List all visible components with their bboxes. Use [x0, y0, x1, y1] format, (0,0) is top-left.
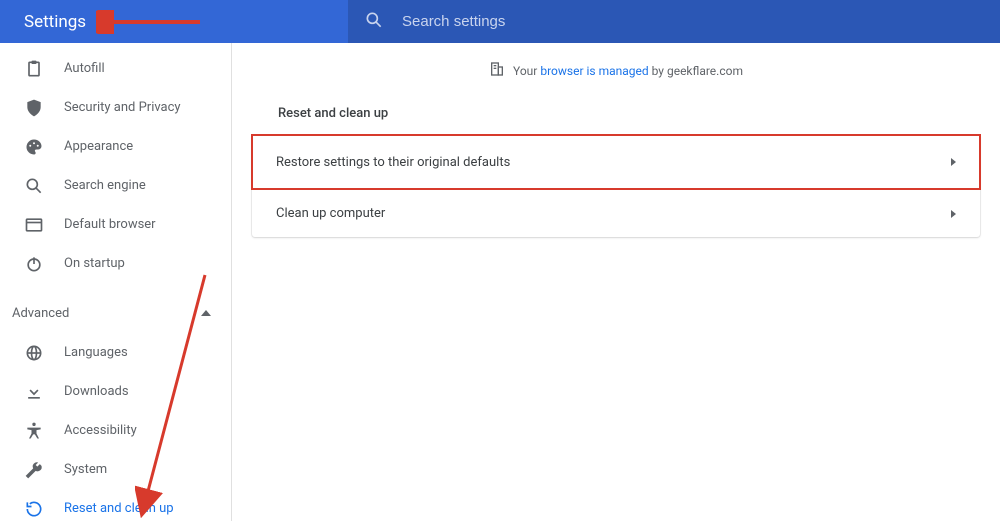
- managed-banner: Your browser is managed by geekflare.com: [252, 61, 980, 80]
- browser-icon: [24, 215, 44, 235]
- main-panel: Your browser is managed by geekflare.com…: [232, 43, 1000, 521]
- managed-prefix: Your: [513, 64, 540, 78]
- sidebar-advanced-toggle[interactable]: Advanced: [0, 293, 231, 333]
- search-icon: [364, 10, 384, 34]
- row-label: Restore settings to their original defau…: [276, 155, 510, 170]
- page-title: Settings: [0, 12, 348, 32]
- sidebar-item-label: Accessibility: [64, 423, 137, 438]
- sidebar-item-label: Reset and clean up: [64, 501, 174, 516]
- search-icon: [24, 176, 44, 196]
- power-icon: [24, 254, 44, 274]
- chevron-right-icon: [951, 158, 956, 166]
- chevron-up-icon: [201, 310, 211, 316]
- search-input[interactable]: [402, 13, 984, 30]
- download-icon: [24, 382, 44, 402]
- sidebar-item-label: Downloads: [64, 384, 129, 399]
- building-icon: [489, 61, 505, 80]
- row-restore-defaults[interactable]: Restore settings to their original defau…: [252, 135, 980, 189]
- sidebar-item-downloads[interactable]: Downloads: [0, 372, 231, 411]
- sidebar-item-label: Security and Privacy: [64, 100, 181, 115]
- shield-icon: [24, 98, 44, 118]
- sidebar-item-label: On startup: [64, 256, 125, 271]
- sidebar-item-search-engine[interactable]: Search engine: [0, 166, 231, 205]
- managed-text: Your browser is managed by geekflare.com: [513, 64, 743, 78]
- sidebar-item-languages[interactable]: Languages: [0, 333, 231, 372]
- sidebar-item-startup[interactable]: On startup: [0, 244, 231, 283]
- sidebar-item-default-browser[interactable]: Default browser: [0, 205, 231, 244]
- search-bar[interactable]: [348, 0, 1000, 43]
- scroll-thumb[interactable]: [231, 47, 232, 59]
- sidebar-item-appearance[interactable]: Appearance: [0, 127, 231, 166]
- managed-link[interactable]: browser is managed: [540, 64, 648, 78]
- sidebar-section-label: Advanced: [12, 306, 69, 321]
- row-cleanup-computer[interactable]: Clean up computer: [252, 189, 980, 237]
- restore-icon: [24, 499, 44, 519]
- globe-icon: [24, 343, 44, 363]
- chevron-right-icon: [951, 210, 956, 218]
- sidebar-item-label: Languages: [64, 345, 128, 360]
- sidebar-scrollbar[interactable]: [231, 43, 232, 521]
- wrench-icon: [24, 460, 44, 480]
- row-label: Clean up computer: [276, 206, 385, 221]
- top-header: Settings: [0, 0, 1000, 43]
- accessibility-icon: [24, 421, 44, 441]
- sidebar-item-label: Autofill: [64, 61, 105, 76]
- sidebar-item-label: Search engine: [64, 178, 146, 193]
- reset-card: Restore settings to their original defau…: [252, 135, 980, 237]
- managed-suffix: by geekflare.com: [649, 64, 743, 78]
- clipboard-icon: [24, 59, 44, 79]
- sidebar: Autofill Security and Privacy Appearance…: [0, 43, 232, 521]
- palette-icon: [24, 137, 44, 157]
- sidebar-item-label: System: [64, 462, 107, 477]
- section-heading: Reset and clean up: [278, 106, 980, 121]
- sidebar-item-label: Appearance: [64, 139, 133, 154]
- sidebar-item-autofill[interactable]: Autofill: [0, 49, 231, 88]
- sidebar-item-label: Default browser: [64, 217, 156, 232]
- sidebar-item-system[interactable]: System: [0, 450, 231, 489]
- sidebar-item-accessibility[interactable]: Accessibility: [0, 411, 231, 450]
- sidebar-item-security[interactable]: Security and Privacy: [0, 88, 231, 127]
- sidebar-item-reset[interactable]: Reset and clean up: [0, 489, 231, 521]
